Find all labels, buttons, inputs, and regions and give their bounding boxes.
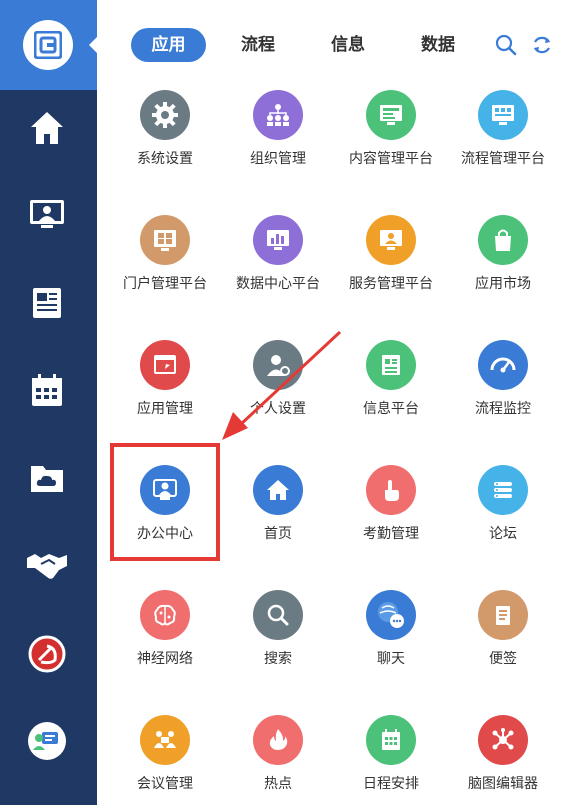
info-doc-icon — [366, 340, 416, 390]
app-label: 系统设置 — [137, 151, 193, 167]
calendar-icon[interactable] — [24, 368, 70, 414]
app-label: 日程安排 — [363, 776, 419, 792]
monitor-user-icon[interactable] — [24, 191, 70, 237]
app-chat[interactable]: 聊天 — [331, 590, 451, 668]
refresh-icon[interactable] — [530, 33, 554, 57]
app-label: 首页 — [264, 526, 292, 542]
app-label: 流程监控 — [475, 401, 531, 417]
app-label: 个人设置 — [250, 401, 306, 417]
logo-area[interactable] — [0, 0, 97, 90]
app-data-center[interactable]: 数据中心平台 — [218, 215, 338, 293]
app-process-platform[interactable]: 流程管理平台 — [443, 90, 563, 168]
news-icon[interactable] — [24, 280, 70, 326]
app-label: 信息平台 — [363, 401, 419, 417]
app-label: 脑图编辑器 — [468, 776, 538, 792]
app-neural-network[interactable]: 神经网络 — [105, 590, 225, 668]
app-system-settings[interactable]: 系统设置 — [105, 90, 225, 168]
app-content-platform[interactable]: 内容管理平台 — [331, 90, 451, 168]
app-service-platform[interactable]: 服务管理平台 — [331, 215, 451, 293]
fire-icon — [253, 715, 303, 765]
app-label: 会议管理 — [137, 776, 193, 792]
app-portal-platform[interactable]: 门户管理平台 — [105, 215, 225, 293]
service-screen-icon — [366, 215, 416, 265]
tab-apps[interactable]: 应用 — [131, 28, 206, 62]
mindmap-icon — [478, 715, 528, 765]
app-label: 热点 — [264, 776, 292, 792]
user-gear-icon — [253, 340, 303, 390]
app-attendance[interactable]: 考勤管理 — [331, 465, 451, 543]
app-window-icon — [140, 340, 190, 390]
home-icon — [253, 465, 303, 515]
logo-icon — [23, 20, 73, 70]
app-label: 便签 — [489, 651, 517, 667]
app-meeting[interactable]: 会议管理 — [105, 715, 225, 793]
app-label: 聊天 — [377, 651, 405, 667]
app-label: 神经网络 — [137, 651, 193, 667]
gear-icon — [140, 90, 190, 140]
app-app-market[interactable]: 应用市场 — [443, 215, 563, 293]
handshake-icon[interactable] — [24, 543, 70, 589]
app-info-platform[interactable]: 信息平台 — [331, 340, 451, 418]
content-screen-icon — [366, 90, 416, 140]
top-bar: 应用 流程 信息 数据 — [97, 0, 587, 90]
app-label: 内容管理平台 — [349, 151, 433, 167]
app-forum[interactable]: 论坛 — [443, 465, 563, 543]
finger-touch-icon — [366, 465, 416, 515]
app-label: 服务管理平台 — [349, 276, 433, 292]
tab-data[interactable]: 数据 — [413, 28, 463, 62]
app-label: 应用市场 — [475, 276, 531, 292]
forum-list-icon — [478, 465, 528, 515]
home-icon[interactable] — [24, 105, 70, 151]
process-screen-icon — [478, 90, 528, 140]
meeting-icon — [140, 715, 190, 765]
app-label: 考勤管理 — [363, 526, 419, 542]
app-notes[interactable]: 便签 — [443, 590, 563, 668]
speedometer-icon — [478, 340, 528, 390]
brain-icon — [140, 590, 190, 640]
org-chart-icon — [253, 90, 303, 140]
app-org-management[interactable]: 组织管理 — [218, 90, 338, 168]
app-label: 搜索 — [264, 651, 292, 667]
cloud-folder-icon[interactable] — [24, 455, 70, 501]
note-icon — [478, 590, 528, 640]
app-search[interactable]: 搜索 — [218, 590, 338, 668]
search-icon[interactable] — [494, 33, 518, 57]
app-process-monitor[interactable]: 流程监控 — [443, 340, 563, 418]
app-app-management[interactable]: 应用管理 — [105, 340, 225, 418]
app-label: 流程管理平台 — [461, 151, 545, 167]
chat-bubble-icon — [366, 590, 416, 640]
search-icon — [253, 590, 303, 640]
portal-grid-icon — [140, 215, 190, 265]
sidebar — [0, 0, 97, 805]
highlight-box — [110, 443, 220, 561]
shopping-bag-icon — [478, 215, 528, 265]
app-label: 门户管理平台 — [123, 276, 207, 292]
tab-workflow[interactable]: 流程 — [233, 28, 283, 62]
app-hotspot[interactable]: 热点 — [218, 715, 338, 793]
app-schedule[interactable]: 日程安排 — [331, 715, 451, 793]
data-chart-icon — [253, 215, 303, 265]
party-emblem-icon[interactable] — [24, 631, 70, 677]
app-label: 数据中心平台 — [236, 276, 320, 292]
app-personal-settings[interactable]: 个人设置 — [218, 340, 338, 418]
app-home[interactable]: 首页 — [218, 465, 338, 543]
app-label: 论坛 — [489, 526, 517, 542]
app-label: 组织管理 — [250, 151, 306, 167]
app-label: 应用管理 — [137, 401, 193, 417]
app-mindmap[interactable]: 脑图编辑器 — [443, 715, 563, 793]
logo-notch — [89, 37, 97, 53]
schedule-icon — [366, 715, 416, 765]
tab-info[interactable]: 信息 — [323, 28, 373, 62]
support-chat-icon[interactable] — [24, 718, 70, 764]
